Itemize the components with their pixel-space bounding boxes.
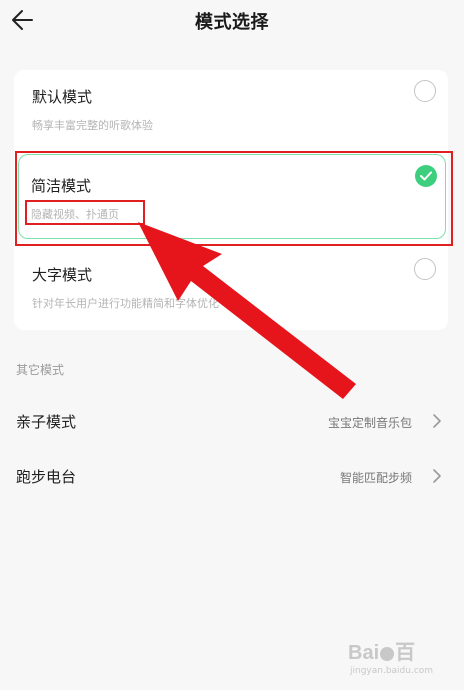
mode-name: 默认模式 <box>32 88 93 106</box>
watermark: Bai 百 jingyan.baidu.com <box>348 636 438 686</box>
radio-unchecked-icon[interactable] <box>414 80 436 102</box>
paw-icon <box>380 646 395 661</box>
chevron-right-icon <box>433 414 441 428</box>
page-title: 模式选择 <box>195 12 269 33</box>
baidu-logo: Bai 百 <box>348 642 416 664</box>
list-item-label: 亲子模式 <box>16 413 77 431</box>
list-item-value: 智能匹配步频 <box>339 471 412 485</box>
mode-name: 简洁模式 <box>31 177 92 195</box>
list-item-running-radio[interactable]: 跑步电台 智能匹配步频 <box>0 449 464 503</box>
list-item-kids-mode[interactable]: 亲子模式 宝宝定制音乐包 <box>0 394 464 448</box>
check-circle-icon[interactable] <box>415 165 437 187</box>
mode-description: 针对年长用户进行功能精简和字体优化 <box>32 297 219 310</box>
mode-description: 畅享丰富完整的听歌体验 <box>32 119 153 132</box>
list-item-value: 宝宝定制音乐包 <box>327 416 412 430</box>
radio-unchecked-icon[interactable] <box>414 258 436 280</box>
mode-description: 隐藏视频、扑通页 <box>31 208 119 221</box>
list-item-label: 跑步电台 <box>16 468 77 486</box>
mode-name: 大字模式 <box>32 266 93 284</box>
mode-list-card: 默认模式 畅享丰富完整的听歌体验 简洁模式 隐藏视频、扑通页 大字模式 针对年长… <box>14 70 448 330</box>
top-bar: 模式选择 <box>0 0 464 46</box>
mode-option-simple[interactable]: 简洁模式 隐藏视频、扑通页 <box>18 154 446 239</box>
watermark-url: jingyan.baidu.com <box>350 666 434 676</box>
chevron-right-icon <box>433 469 441 483</box>
mode-option-default[interactable]: 默认模式 畅享丰富完整的听歌体验 <box>14 70 448 152</box>
section-label-other-modes: 其它模式 <box>16 363 65 377</box>
mode-option-large-text[interactable]: 大字模式 针对年长用户进行功能精简和字体优化 <box>14 248 448 330</box>
